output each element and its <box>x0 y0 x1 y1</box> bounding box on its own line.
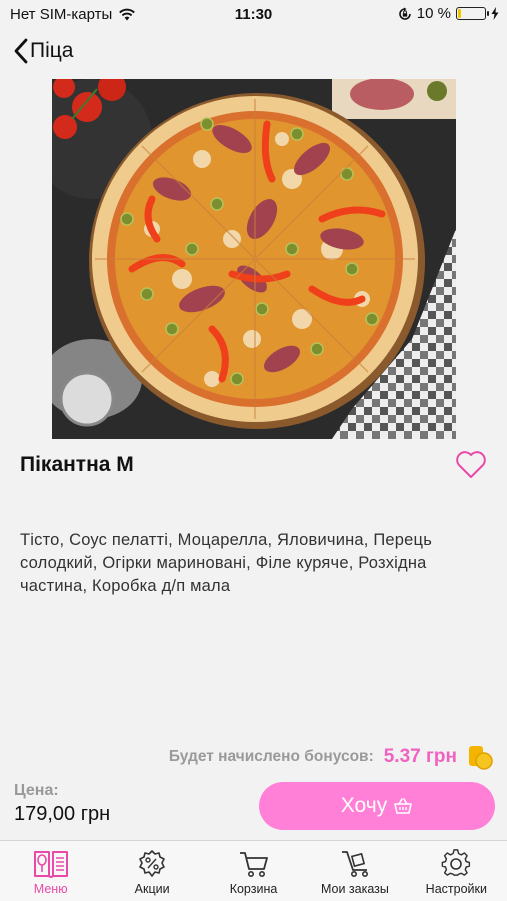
price-value: 179,00 грн <box>14 803 111 825</box>
nav-bar: Піца <box>0 34 507 70</box>
favorite-button[interactable] <box>455 450 487 480</box>
battery-percent: 10 % <box>416 5 451 22</box>
add-to-cart-button[interactable]: Хочу <box>259 782 495 830</box>
heart-icon <box>456 451 486 478</box>
add-to-cart-label: Хочу <box>340 794 388 817</box>
bonus-label: Будет начислено бонусов: <box>168 748 374 765</box>
gear-icon <box>441 849 471 876</box>
menu-book-icon <box>33 851 68 878</box>
discount-badge-icon <box>139 850 165 877</box>
tab-settings-label: Настройки <box>425 882 487 896</box>
tab-my-orders-label: Мои заказы <box>320 882 389 896</box>
tab-cart[interactable]: Корзина <box>203 841 304 901</box>
status-bar: Нет SIM-карты 11:30 10 % <box>0 0 507 30</box>
cart-icon <box>239 852 268 877</box>
back-label: Піца <box>30 39 74 62</box>
tab-bar: Меню Акции Корзина Мои заказы Настройки <box>0 840 507 901</box>
product-image <box>52 79 456 439</box>
pizza-illustration <box>52 79 456 439</box>
chevron-left-icon <box>14 38 28 64</box>
tab-promotions-label: Акции <box>134 882 170 896</box>
bonus-row: Будет начислено бонусов: 5.37 грн <box>169 744 493 770</box>
back-button[interactable]: Піца <box>14 38 73 64</box>
product-title: Пікантна М <box>20 453 134 476</box>
orders-trolley-icon <box>341 851 368 877</box>
charging-bolt-icon <box>491 7 499 20</box>
product-description: Тісто, Соус пелатті, Моцарелла, Яловичин… <box>20 531 433 595</box>
coins-icon <box>469 746 493 770</box>
orientation-lock-icon <box>399 7 411 20</box>
tab-my-orders[interactable]: Мои заказы <box>304 841 405 901</box>
tab-promotions[interactable]: Акции <box>101 841 202 901</box>
status-right: 10 % <box>398 5 499 22</box>
bonus-value: 5.37 грн <box>383 746 457 767</box>
basket-icon <box>394 798 413 814</box>
price-label: Цена: <box>14 782 59 799</box>
tab-menu-label: Меню <box>33 882 68 896</box>
tab-menu[interactable]: Меню <box>0 841 101 901</box>
battery-icon <box>456 7 489 20</box>
tab-settings[interactable]: Настройки <box>406 841 507 901</box>
tab-cart-label: Корзина <box>229 882 278 896</box>
